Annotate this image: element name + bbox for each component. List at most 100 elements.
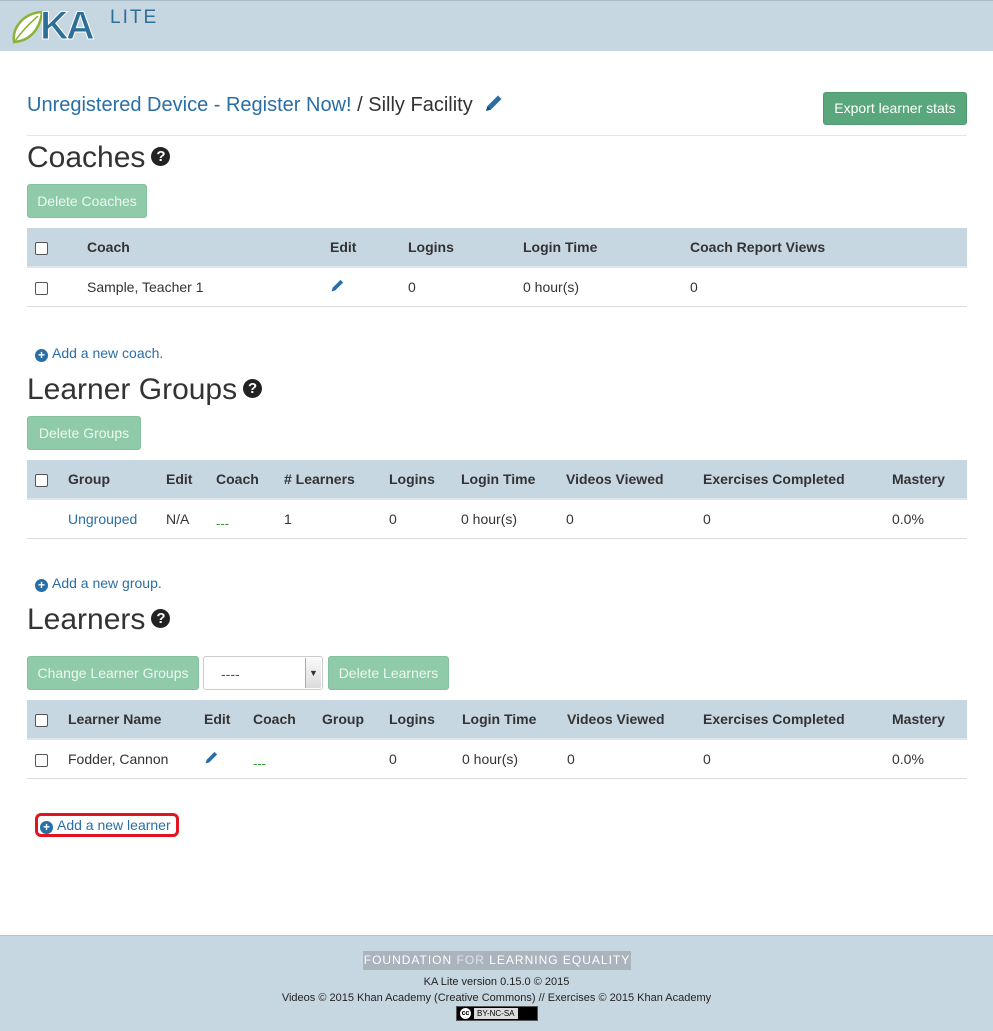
chevron-down-icon: ▼ [305, 658, 321, 688]
learner-logins: 0 [389, 739, 462, 779]
column-header[interactable]: Coach [253, 700, 322, 740]
pencil-icon[interactable] [330, 278, 345, 296]
edit-cell [330, 267, 408, 307]
pencil-icon[interactable] [484, 93, 504, 120]
row-checkbox[interactable] [35, 281, 48, 295]
column-header[interactable]: Exercises Completed [703, 700, 892, 740]
learner-coach-cell: --- [253, 739, 322, 779]
group-select-value: ---- [221, 666, 240, 682]
column-header[interactable]: Group [322, 700, 389, 740]
column-header[interactable]: Coach [216, 460, 284, 500]
export-learner-stats-button[interactable]: Export learner stats [823, 92, 967, 125]
group-select-dropdown[interactable]: ---- ▼ [203, 656, 323, 690]
column-header[interactable]: Logins [389, 700, 462, 740]
delete-learners-button[interactable]: Delete Learners [328, 656, 449, 690]
edit-cell [204, 739, 253, 779]
ka-lite-logo[interactable]: KA LITE [10, 4, 160, 49]
row-checkbox-cell [27, 267, 87, 307]
help-icon[interactable]: ? [151, 609, 171, 628]
plus-circle-icon: + [40, 821, 53, 834]
cc-license-badge[interactable]: cc BY-NC-SA [456, 1006, 538, 1021]
column-header[interactable]: Mastery [892, 700, 967, 740]
table-header-row: Coach Edit Logins Login Time Coach Repor… [27, 228, 967, 268]
learner-coach[interactable]: --- [253, 756, 266, 771]
column-header[interactable]: Coach Report Views [690, 228, 967, 268]
logo-lite-text: LITE [110, 7, 159, 28]
table-row: Fodder, Cannon --- 0 0 hour(s) 0 0 0.0% [27, 739, 967, 779]
column-header[interactable]: Videos Viewed [566, 460, 703, 500]
add-coach-label: Add a new coach. [52, 345, 164, 361]
table-header-row: Learner Name Edit Coach Group Logins Log… [27, 700, 967, 740]
pencil-icon[interactable] [204, 750, 219, 768]
footer: FOUNDATION FOR LEARNING EQUALITY KA Lite… [0, 935, 993, 1031]
change-learner-groups-button[interactable]: Change Learner Groups [27, 656, 199, 690]
select-all-groups-checkbox-cell [27, 460, 68, 500]
learner-mastery: 0.0% [892, 739, 967, 779]
coaches-table: Coach Edit Logins Login Time Coach Repor… [27, 228, 967, 307]
breadcrumb-separator: / [357, 94, 363, 116]
groups-heading: Learner Groups? [27, 373, 263, 407]
add-learner-label: Add a new learner [57, 817, 171, 833]
column-header[interactable]: Coach [87, 228, 330, 268]
plus-circle-icon: + [35, 349, 48, 362]
column-header[interactable]: Mastery [892, 460, 967, 500]
table-row: Sample, Teacher 1 0 0 hour(s) 0 [27, 267, 967, 307]
column-header[interactable]: Learner Name [68, 700, 204, 740]
column-header[interactable]: Login Time [523, 228, 690, 268]
row-checkbox[interactable] [35, 753, 48, 767]
column-header[interactable]: Exercises Completed [703, 460, 892, 500]
version-text: KA Lite version 0.15.0 © 2015 [423, 976, 570, 988]
coaches-heading: Coaches? [27, 141, 171, 175]
column-header[interactable]: Logins [389, 460, 461, 500]
delete-coaches-button[interactable]: Delete Coaches [27, 184, 147, 218]
column-header[interactable]: Logins [408, 228, 523, 268]
row-checkbox-cell [27, 739, 68, 779]
group-coach[interactable]: --- [216, 516, 229, 531]
select-all-checkbox[interactable] [35, 713, 48, 727]
coach-report-views: 0 [690, 267, 967, 307]
group-logins: 0 [389, 499, 461, 539]
learner-group [322, 739, 389, 779]
add-coach-link[interactable]: + Add a new coach. [35, 344, 163, 362]
group-videos: 0 [566, 499, 703, 539]
coach-login-time: 0 hour(s) [523, 267, 690, 307]
breadcrumb: Unregistered Device - Register Now! / Si… [27, 92, 504, 120]
column-header[interactable]: Videos Viewed [567, 700, 703, 740]
group-exercises: 0 [703, 499, 892, 539]
column-header[interactable]: Group [68, 460, 166, 500]
group-link[interactable]: Ungrouped [68, 511, 137, 527]
help-icon[interactable]: ? [243, 379, 263, 398]
add-group-link[interactable]: + Add a new group. [35, 574, 162, 592]
column-header[interactable]: Login Time [462, 700, 567, 740]
select-all-coaches-checkbox-cell [27, 228, 87, 268]
select-all-checkbox[interactable] [35, 473, 48, 487]
learners-title: Learners [27, 603, 146, 636]
empty-checkbox-cell [27, 499, 68, 539]
license-text: BY-NC-SA [474, 1008, 518, 1019]
fle-logo[interactable]: FOUNDATION FOR LEARNING EQUALITY [363, 951, 631, 970]
register-device-link[interactable]: Unregistered Device - Register Now! [27, 94, 352, 116]
table-header-row: Group Edit Coach # Learners Logins Login… [27, 460, 967, 500]
column-header: Edit [330, 228, 408, 268]
divider [27, 135, 967, 136]
coaches-title: Coaches [27, 141, 146, 174]
column-header[interactable]: # Learners [284, 460, 389, 500]
group-coach-cell: --- [216, 499, 284, 539]
learner-exercises: 0 [703, 739, 892, 779]
delete-groups-button[interactable]: Delete Groups [27, 416, 141, 450]
learner-videos: 0 [567, 739, 703, 779]
group-learner-count: 1 [284, 499, 389, 539]
cc-icon: cc [460, 1008, 471, 1019]
select-all-checkbox[interactable] [35, 241, 48, 255]
fle-word-1: FOUNDATION [363, 953, 453, 967]
column-header[interactable]: Login Time [461, 460, 566, 500]
add-group-label: Add a new group. [52, 575, 162, 591]
group-login-time: 0 hour(s) [461, 499, 566, 539]
coach-name: Sample, Teacher 1 [87, 267, 330, 307]
add-learner-link[interactable]: + Add a new learner [40, 816, 171, 834]
table-row: Ungrouped N/A --- 1 0 0 hour(s) 0 0 0.0% [27, 499, 967, 539]
learner-login-time: 0 hour(s) [462, 739, 567, 779]
help-icon[interactable]: ? [151, 147, 171, 166]
logo-ka-text: KA [40, 4, 96, 49]
column-header: Edit [204, 700, 253, 740]
